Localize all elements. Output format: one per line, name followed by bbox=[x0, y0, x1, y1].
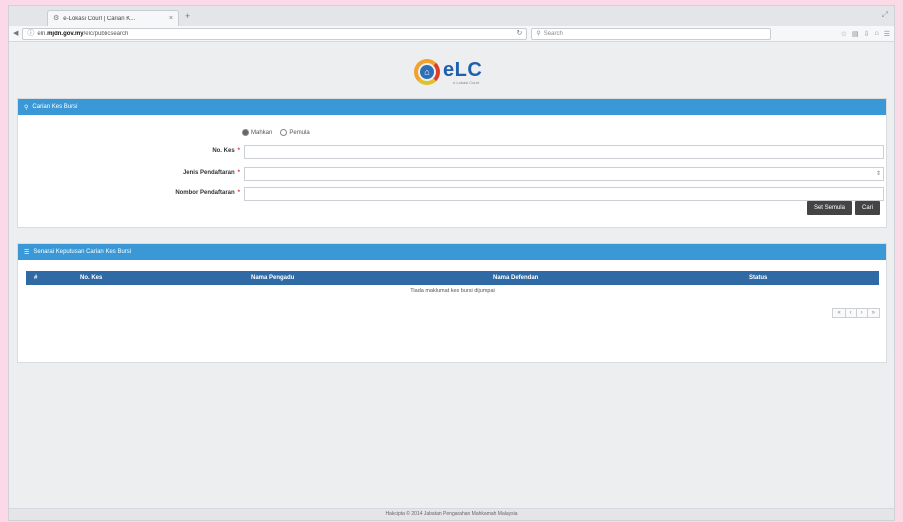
search-panel-header: ⚲ Carian Kes Bursi bbox=[18, 99, 886, 115]
empty-message: Tiada maklumat kes bursi dijumpai bbox=[410, 288, 495, 294]
search-placeholder: Search bbox=[543, 30, 563, 37]
menu-icon[interactable]: ☰ bbox=[884, 30, 890, 38]
search-panel-title: Carian Kes Bursi bbox=[32, 104, 78, 110]
radio-option-2[interactable]: Pemula bbox=[280, 129, 310, 136]
search-type-radios: Mahkan Pemula bbox=[242, 129, 310, 136]
case-number-row: No. Kes * bbox=[18, 145, 888, 159]
col-status[interactable]: Status bbox=[741, 271, 879, 285]
info-icon: ⓘ bbox=[27, 30, 35, 37]
table-row: Tiada maklumat kes bursi dijumpai bbox=[26, 285, 879, 297]
search-icon: ⚲ bbox=[536, 31, 541, 37]
col-defendant[interactable]: Nama Defendan bbox=[485, 271, 741, 285]
logo-text: eLC bbox=[443, 58, 483, 81]
search-box[interactable]: ⚲ Search bbox=[531, 27, 772, 40]
registration-type-select[interactable]: ⇕ bbox=[244, 167, 884, 181]
col-index[interactable]: # bbox=[26, 271, 72, 285]
search-button[interactable]: Cari bbox=[854, 201, 880, 215]
results-panel: ☰ Senarai Keputusan Carian Kes Bursi # N… bbox=[17, 243, 887, 363]
back-icon[interactable]: ◀ bbox=[13, 30, 18, 37]
search-icon: ⚲ bbox=[24, 104, 29, 111]
toolbar-icons: ☆ ▤ ⇩ ⌂ ☰ bbox=[841, 30, 890, 38]
registration-number-row: Nombor Pendaftaran * bbox=[18, 187, 888, 201]
results-table: # No. Kes Nama Pengadu Nama Defendan Sta… bbox=[26, 271, 879, 297]
search-panel: ⚲ Carian Kes Bursi Mahkan Pemula No. Kes… bbox=[17, 98, 887, 228]
browser-tab[interactable]: ⚙ e-Lokasi Courl | Carian K... × bbox=[47, 10, 179, 26]
address-bar[interactable]: ⓘ eln.mjdn.gov.my/elc/publicsearch ↻ bbox=[22, 27, 528, 40]
case-number-label: No. Kes * bbox=[212, 148, 240, 154]
tab-bar: ⚙ e-Lokasi Courl | Carian K... × + ⤢ bbox=[9, 6, 894, 26]
browser-window: ⚙ e-Lokasi Courl | Carian K... × + ⤢ ◀ ⓘ… bbox=[8, 5, 895, 521]
page-footer: Hakcipta © 2014 Jabatan Pengarahan Mahka… bbox=[9, 508, 894, 520]
results-panel-title: Senarai Keputusan Carian Kes Bursi bbox=[33, 249, 132, 255]
download-icon[interactable]: ⇩ bbox=[864, 30, 870, 38]
logo-badge-icon: ⌂ bbox=[414, 59, 440, 85]
logo-subtitle: e-Lokasi Court bbox=[453, 79, 480, 85]
last-page-button[interactable]: » bbox=[866, 308, 880, 318]
tab-close-icon[interactable]: × bbox=[169, 15, 173, 22]
first-page-button[interactable]: « bbox=[832, 308, 846, 318]
registration-type-label: Jenis Pendaftaran * bbox=[182, 170, 240, 176]
chevron-down-icon: ⇕ bbox=[875, 171, 881, 177]
reload-icon[interactable]: ↻ bbox=[517, 30, 523, 37]
clipboard-icon[interactable]: ▤ bbox=[852, 30, 859, 38]
tab-title: e-Lokasi Courl | Carian K... bbox=[63, 15, 136, 22]
elc-logo: ⌂ eLC e-Lokasi Court bbox=[414, 53, 494, 91]
col-case-number[interactable]: No. Kes bbox=[72, 271, 243, 285]
registration-number-label: Nombor Pendaftaran * bbox=[175, 190, 240, 196]
site-favicon-icon: ⚙ bbox=[53, 15, 60, 22]
pagination: « ‹ › » bbox=[832, 308, 880, 318]
registration-number-input[interactable] bbox=[244, 187, 884, 201]
form-buttons: Set Semula Cari bbox=[806, 201, 880, 215]
page-content: ⌂ eLC e-Lokasi Court ⚲ Carian Kes Bursi … bbox=[9, 43, 894, 520]
url-text: eln.mjdn.gov.my/elc/publicsearch bbox=[37, 30, 129, 37]
window-resize-icon[interactable]: ⤢ bbox=[882, 10, 888, 20]
col-plaintiff[interactable]: Nama Pengadu bbox=[243, 271, 485, 285]
star-icon[interactable]: ☆ bbox=[841, 30, 847, 38]
home-icon[interactable]: ⌂ bbox=[874, 30, 878, 38]
registration-type-row: Jenis Pendaftaran * ⇕ bbox=[18, 167, 888, 181]
radio-option-1[interactable]: Mahkan bbox=[242, 129, 272, 136]
navigation-bar: ◀ ⓘ eln.mjdn.gov.my/elc/publicsearch ↻ ⚲… bbox=[9, 26, 894, 42]
case-number-input[interactable] bbox=[244, 145, 884, 159]
results-panel-header: ☰ Senarai Keputusan Carian Kes Bursi bbox=[18, 244, 886, 260]
list-icon: ☰ bbox=[24, 249, 30, 256]
new-tab-icon[interactable]: + bbox=[185, 11, 190, 21]
reset-button[interactable]: Set Semula bbox=[806, 201, 852, 215]
